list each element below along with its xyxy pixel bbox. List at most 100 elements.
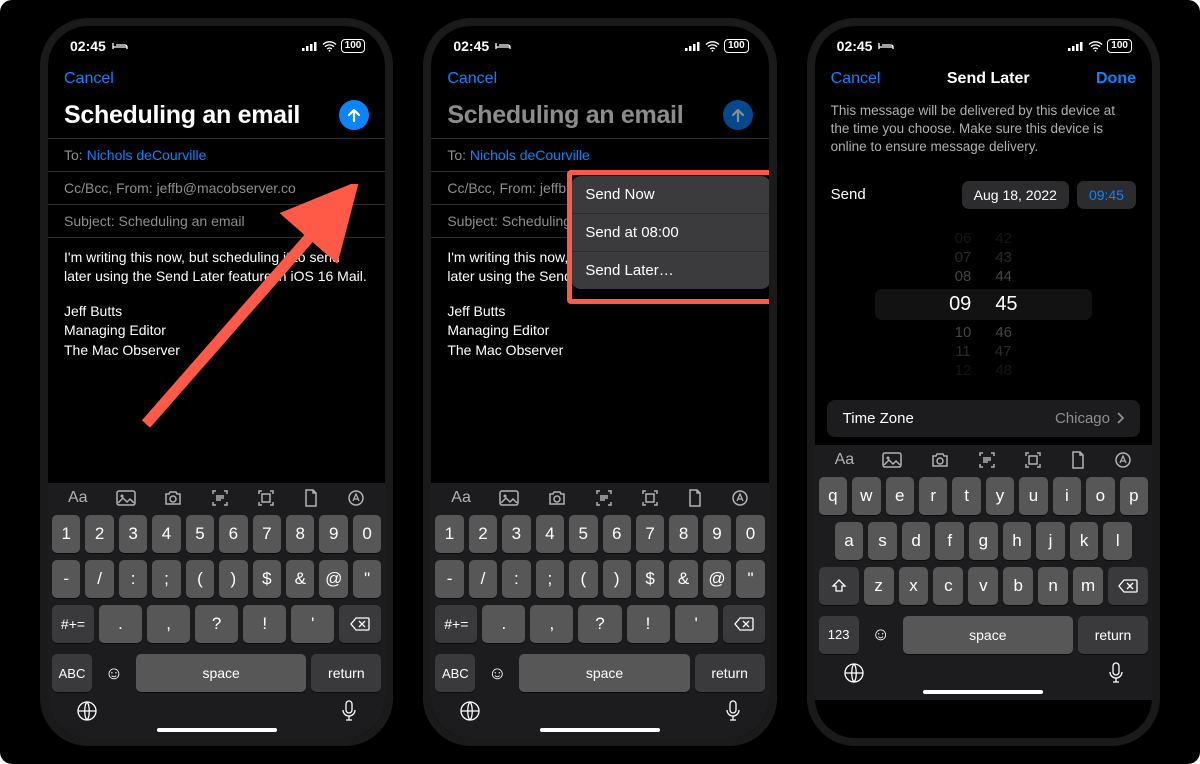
key-dash[interactable]: - (52, 560, 80, 598)
key-r[interactable]: r (919, 477, 947, 515)
key-4[interactable]: 4 (536, 515, 564, 553)
globe-icon[interactable] (459, 700, 481, 722)
format-aa-icon[interactable]: Aa (835, 451, 855, 469)
camera-icon[interactable] (163, 490, 183, 506)
key-x[interactable]: x (899, 567, 929, 605)
key-a[interactable]: a (835, 522, 864, 560)
key-lparen[interactable]: ( (186, 560, 214, 598)
cancel-button[interactable]: Cancel (447, 70, 497, 88)
home-indicator[interactable] (157, 728, 277, 732)
key-7[interactable]: 7 (636, 515, 664, 553)
menu-send-at-time[interactable]: Send at 08:00 (571, 214, 771, 252)
wheel-min[interactable]: 43 (995, 249, 1012, 266)
key-l[interactable]: l (1103, 522, 1132, 560)
key-w[interactable]: w (852, 477, 880, 515)
key-return[interactable]: return (311, 654, 381, 692)
wheel-hour[interactable]: 12 (955, 362, 972, 379)
markup-icon[interactable] (731, 489, 749, 507)
to-field[interactable]: To: Nichols deCourville (431, 138, 768, 171)
home-indicator[interactable] (540, 728, 660, 732)
date-chip[interactable]: Aug 18, 2022 (962, 181, 1069, 209)
key-dollar[interactable]: $ (253, 560, 281, 598)
key-space[interactable]: space (136, 654, 306, 692)
key-g[interactable]: g (969, 522, 998, 560)
time-picker[interactable]: 0642 0743 0844 0945 1046 1147 1248 (815, 219, 1152, 394)
key-shift-symbols[interactable]: #+= (52, 605, 94, 643)
done-button[interactable]: Done (1096, 70, 1136, 88)
key-c[interactable]: c (933, 567, 963, 605)
key-t[interactable]: t (952, 477, 980, 515)
key-space[interactable]: space (519, 654, 689, 692)
photo-icon[interactable] (499, 490, 519, 506)
key-3[interactable]: 3 (119, 515, 147, 553)
scan-doc-icon[interactable] (257, 489, 275, 507)
key-question[interactable]: ? (578, 605, 621, 643)
wheel-min[interactable]: 47 (995, 343, 1012, 360)
key-9[interactable]: 9 (319, 515, 347, 553)
keyboard[interactable]: Aa 1 2 3 4 5 6 7 (48, 483, 385, 738)
scan-text-icon[interactable] (211, 489, 229, 507)
key-question[interactable]: ? (195, 605, 238, 643)
key-shift-symbols[interactable]: #+= (435, 605, 477, 643)
key-return[interactable]: return (1078, 616, 1148, 654)
key-3[interactable]: 3 (502, 515, 530, 553)
wheel-hour[interactable]: 08 (955, 268, 972, 285)
key-quote[interactable]: " (353, 560, 381, 598)
key-backspace[interactable] (1108, 567, 1148, 605)
key-dash[interactable]: - (435, 560, 463, 598)
time-chip[interactable]: 09:45 (1077, 181, 1136, 209)
scan-doc-icon[interactable] (641, 489, 659, 507)
key-emoji[interactable]: ☺ (480, 654, 514, 692)
key-semicolon[interactable]: ; (536, 560, 564, 598)
key-space[interactable]: space (903, 616, 1073, 654)
keyboard[interactable]: Aa q w e r t y u (815, 445, 1152, 700)
key-slash[interactable]: / (469, 560, 497, 598)
wheel-hour[interactable]: 10 (955, 324, 972, 341)
document-icon[interactable] (687, 489, 703, 507)
globe-icon[interactable] (76, 700, 98, 722)
key-z[interactable]: z (864, 567, 894, 605)
wheel-min[interactable]: 44 (995, 268, 1012, 285)
key-rparen[interactable]: ) (219, 560, 247, 598)
key-apos[interactable]: ' (291, 605, 334, 643)
wheel-min-selected[interactable]: 45 (995, 293, 1017, 316)
wheel-hour[interactable]: 11 (955, 343, 971, 360)
wheel-hour[interactable]: 06 (955, 230, 972, 247)
mic-icon[interactable] (341, 700, 357, 722)
scan-text-icon[interactable] (595, 489, 613, 507)
key-s[interactable]: s (868, 522, 897, 560)
key-p[interactable]: p (1120, 477, 1148, 515)
key-6[interactable]: 6 (219, 515, 247, 553)
key-5[interactable]: 5 (569, 515, 597, 553)
key-8[interactable]: 8 (286, 515, 314, 553)
key-9[interactable]: 9 (703, 515, 731, 553)
key-v[interactable]: v (968, 567, 998, 605)
mic-icon[interactable] (1108, 662, 1124, 684)
key-i[interactable]: i (1053, 477, 1081, 515)
document-icon[interactable] (303, 489, 319, 507)
key-backspace[interactable] (723, 605, 765, 643)
email-body[interactable]: I'm writing this now, but scheduling it … (48, 237, 385, 371)
key-exclaim[interactable]: ! (627, 605, 670, 643)
key-abc[interactable]: ABC (52, 654, 92, 692)
key-return[interactable]: return (695, 654, 765, 692)
key-2[interactable]: 2 (469, 515, 497, 553)
to-field[interactable]: To: Nichols deCourville (48, 138, 385, 171)
key-at[interactable]: @ (319, 560, 347, 598)
key-k[interactable]: k (1070, 522, 1099, 560)
photo-icon[interactable] (882, 452, 902, 468)
send-button[interactable] (339, 100, 369, 130)
key-comma[interactable]: , (530, 605, 573, 643)
key-j[interactable]: j (1036, 522, 1065, 560)
key-emoji[interactable]: ☺ (97, 654, 131, 692)
wheel-min[interactable]: 46 (995, 324, 1012, 341)
key-abc[interactable]: ABC (435, 654, 475, 692)
key-slash[interactable]: / (85, 560, 113, 598)
cc-field[interactable]: Cc/Bcc, From: jeffb@macobserver.co (48, 171, 385, 204)
key-dollar[interactable]: $ (636, 560, 664, 598)
key-apos[interactable]: ' (675, 605, 718, 643)
key-amp[interactable]: & (669, 560, 697, 598)
key-e[interactable]: e (886, 477, 914, 515)
key-colon[interactable]: : (502, 560, 530, 598)
key-m[interactable]: m (1073, 567, 1103, 605)
